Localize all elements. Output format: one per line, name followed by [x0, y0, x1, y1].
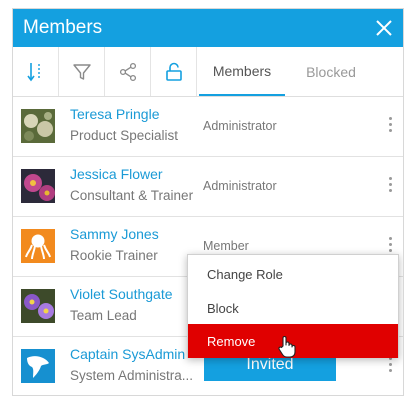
member-job-title: Rookie Trainer	[70, 248, 158, 263]
member-role: Administrator	[203, 179, 277, 193]
share-icon	[119, 62, 136, 81]
member-name[interactable]: Violet Southgate	[70, 286, 173, 302]
member-name[interactable]: Captain SysAdmin	[70, 346, 185, 362]
member-job-title: Product Specialist	[70, 128, 179, 143]
more-options-icon[interactable]	[387, 177, 393, 197]
unlock-icon	[165, 62, 182, 81]
member-job-title: Team Lead	[70, 308, 137, 323]
tab-blocked[interactable]: Blocked	[285, 47, 377, 96]
lock-button[interactable]	[151, 47, 197, 96]
more-options-icon[interactable]	[387, 117, 393, 137]
member-name[interactable]: Sammy Jones	[70, 226, 159, 242]
member-row[interactable]: Jessica Flower Consultant & Trainer Admi…	[13, 157, 403, 217]
hand-cursor-icon	[278, 336, 296, 358]
member-job-title: System Administra...	[70, 368, 194, 383]
member-name[interactable]: Jessica Flower	[70, 166, 163, 182]
share-button[interactable]	[105, 47, 151, 96]
filter-button[interactable]	[59, 47, 105, 96]
members-panel: Members Members Blocked Teresa Pringle P…	[12, 8, 404, 396]
menu-item-change-role[interactable]: Change Role	[188, 257, 398, 291]
avatar	[21, 229, 55, 263]
avatar	[21, 169, 55, 203]
menu-item-block[interactable]: Block	[188, 291, 398, 325]
panel-title: Members	[23, 17, 103, 38]
more-options-icon[interactable]	[387, 357, 393, 377]
avatar	[21, 109, 55, 143]
avatar	[21, 289, 55, 323]
toolbar: Members Blocked	[13, 47, 403, 97]
title-bar: Members	[13, 9, 403, 47]
member-role: Member	[203, 239, 249, 253]
member-role: Administrator	[203, 119, 277, 133]
close-icon[interactable]	[375, 19, 393, 37]
tab-members[interactable]: Members	[199, 47, 285, 96]
member-row[interactable]: Teresa Pringle Product Specialist Admini…	[13, 97, 403, 157]
sort-icon	[26, 62, 40, 81]
member-job-title: Consultant & Trainer	[70, 188, 194, 203]
avatar	[21, 349, 55, 383]
sort-button[interactable]	[13, 47, 59, 96]
member-name[interactable]: Teresa Pringle	[70, 106, 160, 122]
filter-icon	[72, 63, 91, 80]
